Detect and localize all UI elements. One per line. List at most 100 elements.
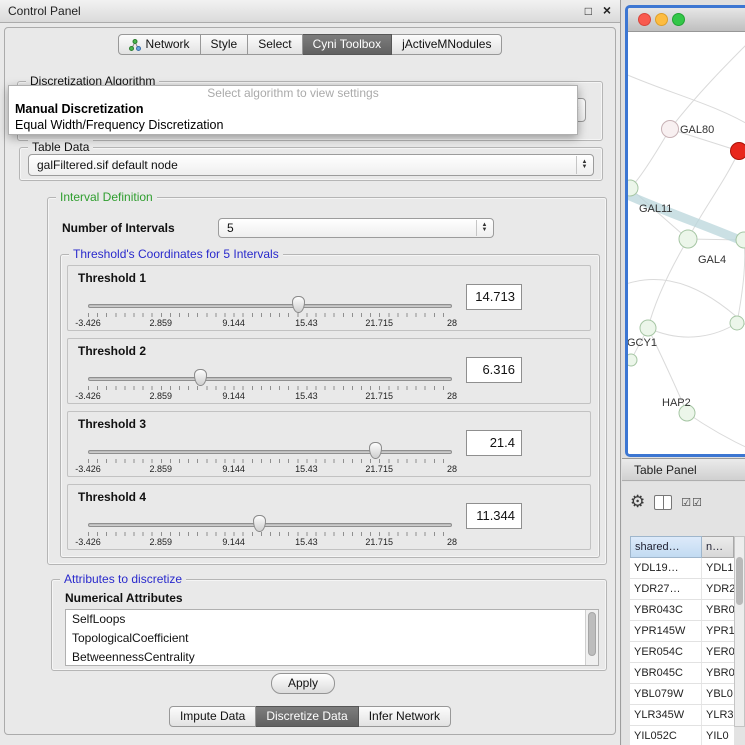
list-item[interactable]: TopologicalCoefficient xyxy=(66,629,598,648)
table-cell[interactable]: YPR1 xyxy=(702,621,734,641)
slider-thumb[interactable] xyxy=(253,515,266,532)
slider-track[interactable] xyxy=(88,523,452,527)
combo-stepper-icon[interactable]: ▲ ▼ xyxy=(576,156,592,174)
tab-impute-data[interactable]: Impute Data xyxy=(169,706,256,727)
apply-button[interactable]: Apply xyxy=(271,673,335,694)
table-row[interactable]: YIL052C YIL0 xyxy=(630,726,734,745)
tab-infer-network[interactable]: Infer Network xyxy=(359,706,451,727)
list-scrollbar[interactable] xyxy=(585,610,598,665)
slider-thumb[interactable] xyxy=(194,369,207,386)
table-data-group: Table Data galFiltered.sif default node … xyxy=(19,147,603,181)
column-header-shared[interactable]: shared… xyxy=(630,536,702,558)
tab-cyni-toolbox[interactable]: Cyni Toolbox xyxy=(303,34,392,55)
table-row[interactable]: YBR045C YBR0 xyxy=(630,663,734,684)
tab-select[interactable]: Select xyxy=(248,34,302,55)
popup-option-manual-discretization[interactable]: Manual Discretization xyxy=(9,101,577,117)
table-cell[interactable]: YBR043C xyxy=(630,600,702,620)
scrollbar-thumb[interactable] xyxy=(588,612,596,656)
table-cell[interactable]: YBR0 xyxy=(702,663,734,683)
tab-discretize-data[interactable]: Discretize Data xyxy=(256,706,358,727)
node-label: GAL11 xyxy=(639,203,672,215)
list-item[interactable]: SelfLoops xyxy=(66,610,598,629)
tab-label: Infer Network xyxy=(369,707,440,726)
close-traffic-light-icon[interactable] xyxy=(638,13,651,26)
numerical-attributes-label: Numerical Attributes xyxy=(65,591,183,605)
threshold-2-slider[interactable]: -3.426 2.859 9.144 15.43 21.715 28 xyxy=(88,363,452,405)
float-window-icon[interactable]: □ xyxy=(585,4,592,18)
node-label: GAL80 xyxy=(680,124,714,136)
network-canvas[interactable]: GAL80 GAL11 GAL4 GCY1 HAP2 xyxy=(628,33,745,454)
tab-style[interactable]: Style xyxy=(201,34,249,55)
threshold-4-slider[interactable]: -3.426 2.859 9.144 15.43 21.715 28 xyxy=(88,509,452,551)
table-cell[interactable]: YDL1 xyxy=(702,558,734,578)
table-data-combobox[interactable]: galFiltered.sif default node ▲ ▼ xyxy=(28,154,594,176)
axis-tick-label: 28 xyxy=(447,318,457,328)
table-panel-toolbar: ⚙ ☑☑ xyxy=(630,490,703,514)
select-columns-checkboxes-icon[interactable]: ☑☑ xyxy=(681,496,703,509)
table-row[interactable]: YLR345W YLR3 xyxy=(630,705,734,726)
slider-track[interactable] xyxy=(88,304,452,308)
table-cell[interactable]: YBR0 xyxy=(702,600,734,620)
zoom-traffic-light-icon[interactable] xyxy=(672,13,685,26)
table-cell[interactable]: YBL0 xyxy=(702,684,734,704)
network-window-titlebar[interactable] xyxy=(628,8,745,32)
threshold-3-slider[interactable]: -3.426 2.859 9.144 15.43 21.715 28 xyxy=(88,436,452,478)
network-node[interactable] xyxy=(662,121,679,138)
gear-icon[interactable]: ⚙ xyxy=(630,491,645,513)
numerical-attributes-list[interactable]: SelfLoops TopologicalCoefficient Between… xyxy=(65,609,599,666)
node-label: HAP2 xyxy=(662,397,691,409)
threshold-label: Threshold 2 xyxy=(78,344,146,358)
axis-tick-label: -3.426 xyxy=(75,464,101,474)
table-row[interactable]: YDL19… YDL1 xyxy=(630,558,734,579)
popup-option-equal-width[interactable]: Equal Width/Frequency Discretization xyxy=(9,117,577,133)
tab-label: Cyni Toolbox xyxy=(313,35,381,54)
table-panel-titlebar: Table Panel xyxy=(622,458,745,481)
control-panel-titlebar: Control Panel □ × xyxy=(0,0,620,23)
table-cell[interactable]: YLR3 xyxy=(702,705,734,725)
slider-track[interactable] xyxy=(88,450,452,454)
table-cell[interactable]: YLR345W xyxy=(630,705,702,725)
minimize-traffic-light-icon[interactable] xyxy=(655,13,668,26)
columns-icon[interactable] xyxy=(654,495,672,510)
number-of-intervals-combobox[interactable]: 5 ▲ ▼ xyxy=(218,218,494,238)
threshold-value-field[interactable]: 14.713 xyxy=(466,284,522,310)
combo-stepper-icon[interactable]: ▲ ▼ xyxy=(476,220,492,236)
threshold-value-field[interactable]: 21.4 xyxy=(466,430,522,456)
tab-network[interactable]: Network xyxy=(118,34,201,55)
table-row[interactable]: YBL079W YBL0 xyxy=(630,684,734,705)
threshold-value-field[interactable]: 11.344 xyxy=(466,503,522,529)
network-node[interactable] xyxy=(730,316,744,330)
close-icon[interactable]: × xyxy=(603,2,611,18)
table-cell[interactable]: YIL0 xyxy=(702,726,734,745)
axis-tick-label: 15.43 xyxy=(295,391,318,401)
table-scrollbar[interactable] xyxy=(734,536,745,727)
table-data-value: galFiltered.sif default node xyxy=(37,155,178,175)
network-node[interactable] xyxy=(640,320,656,336)
table-cell[interactable]: YPR145W xyxy=(630,621,702,641)
table-row[interactable]: YBR043C YBR0 xyxy=(630,600,734,621)
tab-jactivemnodules[interactable]: jActiveMNodules xyxy=(392,34,502,55)
slider-track[interactable] xyxy=(88,377,452,381)
table-cell[interactable]: YDL19… xyxy=(630,558,702,578)
column-header-name[interactable]: n… xyxy=(702,536,734,558)
slider-thumb[interactable] xyxy=(369,442,382,459)
table-cell[interactable]: YDR27… xyxy=(630,579,702,599)
axis-tick-label: 15.43 xyxy=(295,318,318,328)
threshold-1-slider[interactable]: -3.426 2.859 9.144 15.43 21.715 28 xyxy=(88,290,452,332)
network-node[interactable] xyxy=(679,230,697,248)
table-cell[interactable]: YIL052C xyxy=(630,726,702,745)
table-cell[interactable]: YDR2 xyxy=(702,579,734,599)
slider-thumb[interactable] xyxy=(292,296,305,313)
scrollbar-thumb[interactable] xyxy=(736,557,743,605)
table-row[interactable]: YER054C YER0 xyxy=(630,642,734,663)
selected-network-node[interactable] xyxy=(731,143,745,160)
table-cell[interactable]: YER054C xyxy=(630,642,702,662)
threshold-value-field[interactable]: 6.316 xyxy=(466,357,522,383)
list-item[interactable]: BetweennessCentrality xyxy=(66,648,598,666)
table-cell[interactable]: YER0 xyxy=(702,642,734,662)
table-row[interactable]: YDR27… YDR2 xyxy=(630,579,734,600)
network-node[interactable] xyxy=(628,354,637,366)
table-cell[interactable]: YBL079W xyxy=(630,684,702,704)
table-row[interactable]: YPR145W YPR1 xyxy=(630,621,734,642)
table-cell[interactable]: YBR045C xyxy=(630,663,702,683)
